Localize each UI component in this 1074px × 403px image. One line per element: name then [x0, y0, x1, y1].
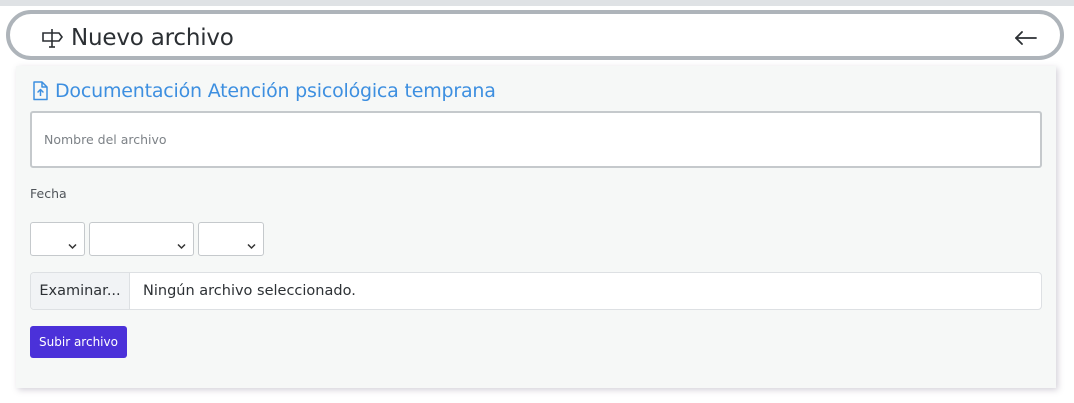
upload-button[interactable]: Subir archivo [30, 326, 127, 358]
arrow-left-icon[interactable] [1013, 29, 1039, 47]
file-status-text: Ningún archivo seleccionado. [143, 283, 356, 299]
chevron-down-icon [247, 235, 256, 250]
upload-panel: Documentación Atención psicológica tempr… [16, 66, 1056, 388]
year-select[interactable] [198, 222, 264, 256]
top-strip [0, 0, 1074, 6]
month-select[interactable] [89, 222, 194, 256]
chevron-down-icon [177, 235, 186, 250]
file-upload-icon [32, 81, 48, 101]
filename-field[interactable] [30, 111, 1042, 168]
filename-input[interactable] [32, 113, 1040, 166]
browse-button[interactable]: Examinar... [31, 273, 130, 309]
section-title: Documentación Atención psicológica tempr… [32, 79, 496, 103]
chevron-down-icon [68, 235, 77, 250]
date-label: Fecha [30, 186, 67, 201]
day-select[interactable] [30, 222, 85, 256]
signpost-icon [40, 28, 64, 48]
file-input[interactable]: Examinar... Ningún archivo seleccionado. [30, 272, 1042, 310]
page-header: Nuevo archivo [6, 10, 1064, 60]
page-title: Nuevo archivo [71, 25, 234, 51]
section-title-text: Documentación Atención psicológica tempr… [55, 80, 496, 102]
